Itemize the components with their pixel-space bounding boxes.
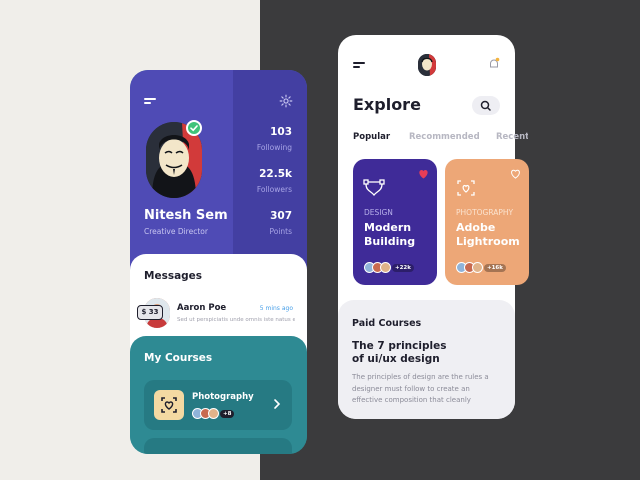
course-card-photography[interactable]: Photography +8 bbox=[144, 380, 292, 430]
course-card-design[interactable]: DESIGN Modern Building +22k bbox=[353, 159, 437, 285]
profile-role: Creative Director bbox=[144, 227, 208, 236]
paid-courses-title: Paid Courses bbox=[352, 318, 422, 329]
card-title: Adobe Lightroom bbox=[456, 221, 520, 248]
stat-points-label: Points bbox=[269, 227, 292, 236]
verified-badge-icon bbox=[186, 120, 202, 136]
heart-outline-icon[interactable] bbox=[510, 169, 521, 179]
my-courses-title: My Courses bbox=[144, 352, 213, 364]
menu-icon[interactable] bbox=[144, 98, 156, 106]
price-badge: $ 33 bbox=[137, 305, 163, 320]
message-preview: Sed ut perspiciatis unde omnis iste natu… bbox=[177, 317, 295, 323]
stat-points-value: 307 bbox=[270, 210, 292, 222]
gear-icon[interactable] bbox=[279, 94, 293, 108]
tab-recent[interactable]: Recent bbox=[496, 132, 528, 142]
search-button[interactable] bbox=[472, 96, 500, 115]
heart-icon[interactable] bbox=[418, 169, 429, 179]
page-title: Explore bbox=[353, 95, 421, 114]
tab-recommended[interactable]: Recommended bbox=[409, 132, 480, 142]
bezier-pen-icon bbox=[363, 179, 385, 197]
enrolled-avatars: +22k bbox=[364, 262, 414, 273]
paid-courses-section: Paid Courses The 7 principles of ui/ux d… bbox=[338, 300, 515, 419]
course-card-photography[interactable]: PHOTOGRAPHY Adobe Lightroom +16k bbox=[445, 159, 529, 285]
bell-icon[interactable] bbox=[488, 57, 500, 71]
menu-icon[interactable] bbox=[353, 62, 365, 70]
mini-avatar bbox=[472, 262, 483, 273]
enrolled-avatars: +16k bbox=[456, 262, 506, 273]
enrolled-count: +22k bbox=[392, 263, 414, 272]
course-name: Photography bbox=[192, 392, 254, 402]
search-icon bbox=[480, 100, 491, 111]
stat-following-value: 103 bbox=[270, 126, 292, 138]
profile-name: Nitesh Sem bbox=[144, 208, 228, 223]
card-category: DESIGN bbox=[364, 208, 393, 217]
chevron-right-icon[interactable] bbox=[272, 397, 282, 411]
message-time: 5 mins ago bbox=[259, 305, 293, 312]
stat-following-label: Following bbox=[256, 143, 292, 152]
tab-popular[interactable]: Popular bbox=[353, 132, 390, 142]
profile-phone: Nitesh Sem Creative Director 103 Followi… bbox=[130, 70, 307, 454]
camera-focus-icon bbox=[154, 390, 184, 420]
enrolled-avatars: +8 bbox=[192, 408, 235, 419]
messages-title: Messages bbox=[144, 270, 203, 282]
avatar[interactable] bbox=[418, 54, 436, 76]
card-title: Modern Building bbox=[364, 221, 416, 248]
enrolled-count: +16k bbox=[484, 263, 506, 272]
card-category: PHOTOGRAPHY bbox=[456, 208, 514, 217]
paid-course-title[interactable]: The 7 principles of ui/ux design bbox=[352, 340, 460, 366]
enrolled-count: +8 bbox=[220, 409, 235, 418]
stat-followers-label: Followers bbox=[256, 185, 292, 194]
paid-course-description: The principles of design are the rules a… bbox=[352, 373, 489, 404]
stat-followers-value: 22.5k bbox=[259, 168, 292, 180]
course-card-next[interactable] bbox=[144, 438, 292, 454]
camera-focus-icon bbox=[457, 180, 475, 196]
mini-avatar bbox=[380, 262, 391, 273]
mini-avatar bbox=[208, 408, 219, 419]
my-courses-section: My Courses Photography +8 bbox=[130, 336, 307, 454]
message-sender: Aaron Poe bbox=[177, 303, 227, 313]
